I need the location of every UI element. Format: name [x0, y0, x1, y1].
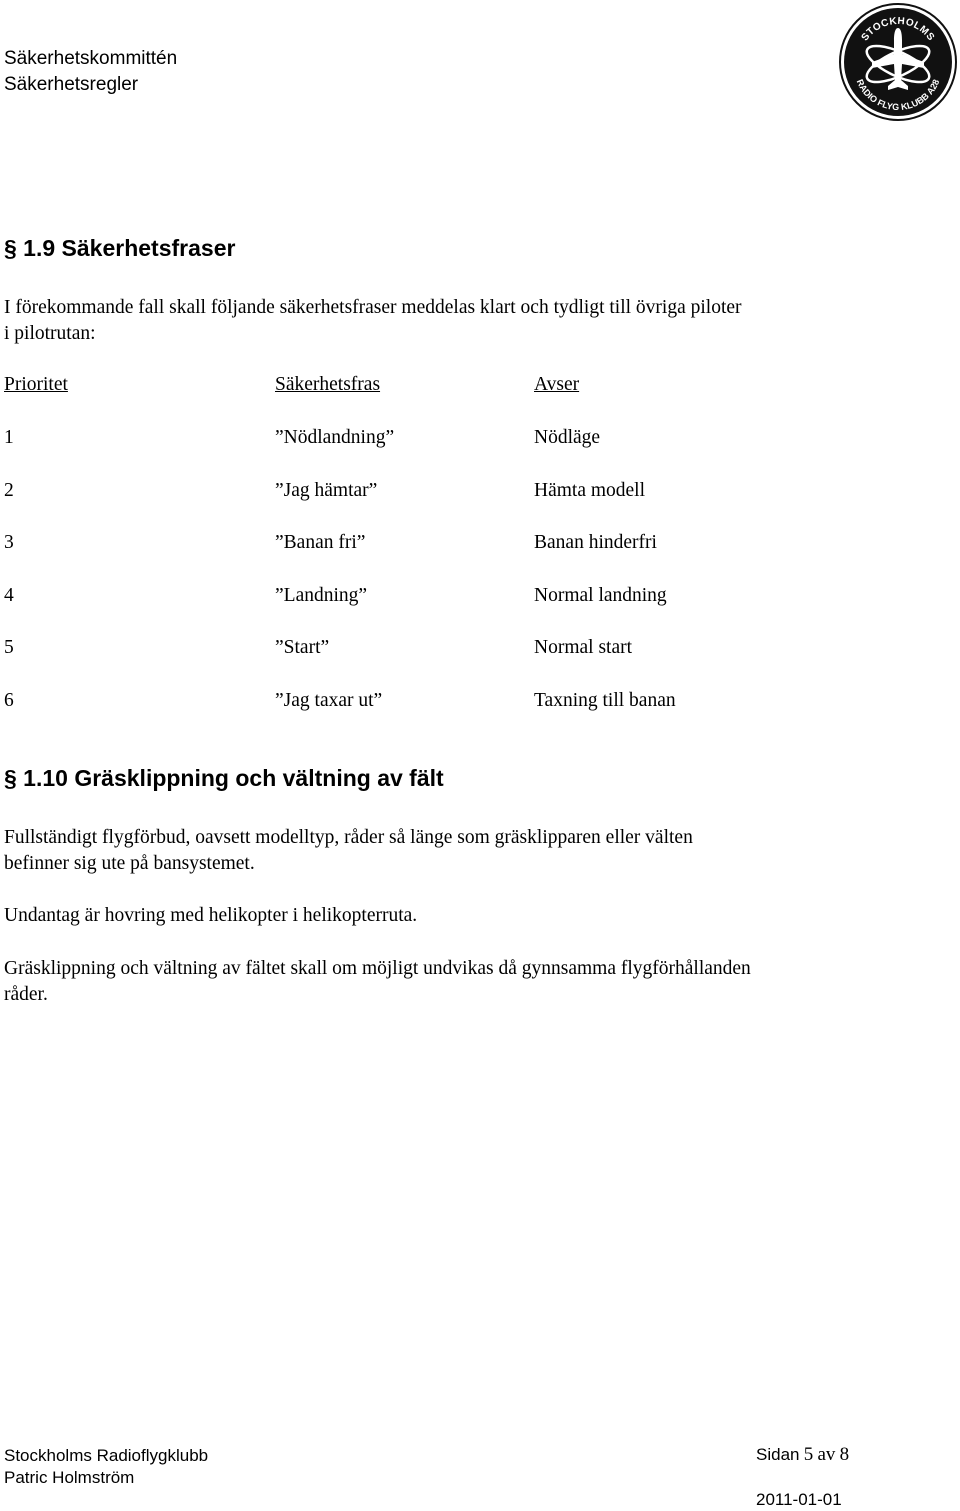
- table-row: 6 ”Jag taxar ut” Taxning till banan: [4, 690, 904, 716]
- phrase-table-header: Prioritet Säkerhetsfras Avser: [4, 374, 904, 400]
- cell-phrase: ”Jag hämtar”: [275, 480, 378, 501]
- paragraph-3-line-2: råder.: [4, 984, 48, 1005]
- cell-priority: 4: [4, 585, 14, 606]
- page-sep: av: [817, 1444, 836, 1465]
- footer-org: Stockholms Radioflygklubb: [4, 1446, 209, 1465]
- paragraph-3-line-1: Gräsklippning och vältning av fältet ska…: [4, 958, 751, 979]
- cell-phrase: ”Banan fri”: [275, 532, 366, 553]
- cell-priority: 1: [4, 427, 14, 448]
- header-title: Säkerhetskommittén: [4, 48, 178, 69]
- footer-author: Patric Holmström: [4, 1468, 135, 1487]
- cell-meaning: Normal landning: [534, 585, 667, 606]
- airplane-atom-logo-icon: STOCKHOLMS RADIO FLYG KLUBB A28: [839, 3, 957, 121]
- table-row: 1 ”Nödlandning” Nödläge: [4, 427, 904, 453]
- cell-meaning: Normal start: [534, 637, 633, 658]
- cell-phrase: ”Landning”: [275, 585, 368, 606]
- cell-priority: 5: [4, 637, 14, 658]
- table-row: 2 ”Jag hämtar” Hämta modell: [4, 480, 904, 506]
- cell-phrase: ”Jag taxar ut”: [275, 690, 383, 711]
- club-logo: STOCKHOLMS RADIO FLYG KLUBB A28: [838, 2, 958, 122]
- section-heading-1-10: § 1.10 Gräsklippning och vältning av fäl…: [4, 765, 444, 791]
- cell-priority: 2: [4, 480, 14, 501]
- table-row: 3 ”Banan fri” Banan hinderfri: [4, 532, 904, 558]
- header-meaning: Avser: [534, 374, 580, 395]
- section-heading-1-9: § 1.9 Säkerhetsfraser: [4, 235, 236, 261]
- cell-phrase: ”Nödlandning”: [275, 427, 395, 448]
- table-row: 5 ”Start” Normal start: [4, 637, 904, 663]
- cell-meaning: Hämta modell: [534, 480, 646, 501]
- table-row: 4 ”Landning” Normal landning: [4, 585, 904, 611]
- header-phrase: Säkerhetsfras: [275, 374, 381, 395]
- page-prefix: Sidan: [756, 1445, 800, 1464]
- cell-meaning: Nödläge: [534, 427, 601, 448]
- paragraph-2: Undantag är hovring med helikopter i hel…: [4, 905, 418, 926]
- cell-priority: 3: [4, 532, 14, 553]
- paragraph-1-line-2: befinner sig ute på bansystemet.: [4, 853, 255, 874]
- intro-paragraph-line-2: i pilotrutan:: [4, 323, 96, 344]
- footer-page-number: Sidan 5 av 8: [756, 1444, 849, 1466]
- paragraph-1-line-1: Fullständigt flygförbud, oavsett modellt…: [4, 827, 693, 848]
- header-subtitle: Säkerhetsregler: [4, 74, 139, 95]
- cell-priority: 6: [4, 690, 14, 711]
- intro-paragraph-line-1: I förekommande fall skall följande säker…: [4, 297, 742, 318]
- cell-meaning: Banan hinderfri: [534, 532, 657, 553]
- page-total: 8: [839, 1444, 850, 1465]
- cell-phrase: ”Start”: [275, 637, 330, 658]
- header-priority: Prioritet: [4, 374, 68, 395]
- page-current: 5: [803, 1444, 814, 1465]
- cell-meaning: Taxning till banan: [534, 690, 676, 711]
